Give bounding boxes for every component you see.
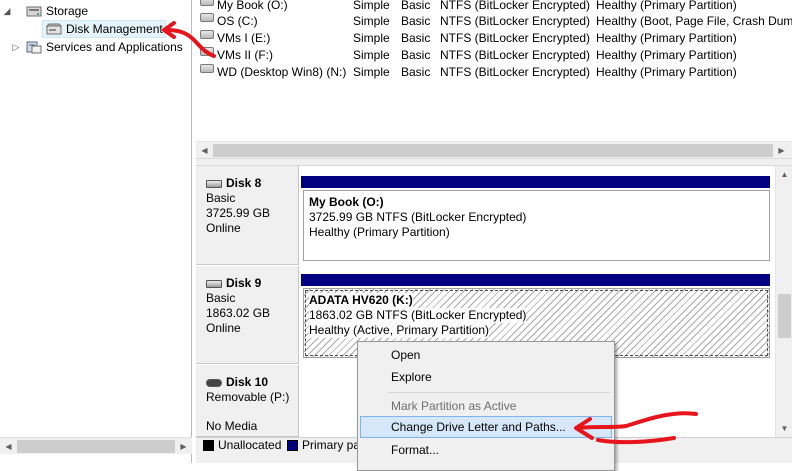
scroll-right-icon[interactable]: ▶	[175, 438, 192, 455]
partition-name: My Book (O:)	[309, 195, 384, 209]
volume-layout: Simple	[353, 48, 390, 62]
volume-row[interactable]: OS (C:) Simple Basic NTFS (BitLocker Enc…	[196, 13, 792, 30]
partition-status: Healthy (Primary Partition)	[309, 225, 450, 239]
partition-detail: 3725.99 GB NTFS (BitLocker Encrypted)	[309, 210, 527, 224]
menu-item-open[interactable]: Open	[360, 344, 612, 366]
scroll-down-icon[interactable]: ▼	[776, 420, 792, 437]
disk-size: 1863.02 GB	[206, 306, 271, 320]
volume-name: OS (C:)	[217, 14, 258, 28]
volume-status: Healthy (Primary Partition)	[596, 0, 737, 12]
partition-name: ADATA HV620 (K:)	[309, 293, 413, 308]
services-icon	[26, 40, 42, 54]
tree-item-disk-management[interactable]: Disk Management	[0, 20, 190, 38]
volume-status: Healthy (Primary Partition)	[596, 65, 737, 79]
volume-list-horizontal-scrollbar[interactable]: ◀ ▶	[196, 141, 792, 158]
drive-icon	[200, 47, 214, 56]
disk-8-info[interactable]: Disk 8 Basic 3725.99 GB Online	[196, 166, 299, 265]
disk-type: Removable (P:)	[206, 390, 290, 404]
drive-icon	[200, 13, 214, 22]
volume-name: My Book (O:)	[217, 0, 288, 12]
menu-item-mark-active: Mark Partition as Active	[391, 399, 517, 413]
disk-title: Disk 10	[206, 375, 298, 390]
scroll-left-icon[interactable]: ◀	[196, 142, 213, 159]
volume-layout: Simple	[353, 0, 390, 12]
disk-10-info[interactable]: Disk 10 Removable (P:) No Media	[196, 365, 299, 437]
disk-view-vertical-scrollbar[interactable]: ▲ ▼	[775, 166, 792, 437]
expand-arrow-icon[interactable]: ◢	[2, 2, 12, 20]
disk-state: Online	[206, 321, 241, 335]
menu-item-change-drive-letter[interactable]: Change Drive Letter and Paths...	[360, 416, 612, 438]
tree-item-services[interactable]: ▷ Services and Applications	[0, 38, 190, 56]
drive-icon	[200, 0, 214, 6]
storage-icon	[26, 4, 42, 18]
hard-disk-icon	[206, 180, 222, 188]
disk-state: No Media	[206, 419, 258, 433]
tree-horizontal-scrollbar[interactable]: ◀ ▶	[0, 437, 192, 454]
volume-row[interactable]: WD (Desktop Win8) (N:) Simple Basic NTFS…	[196, 64, 792, 81]
disk-management-icon	[45, 22, 63, 36]
disk-8-partitions: My Book (O:) 3725.99 GB NTFS (BitLocker …	[301, 166, 771, 265]
partition-bar	[301, 176, 770, 188]
scrollbar-thumb[interactable]	[778, 294, 791, 338]
volume-row[interactable]: VMs I (E:) Simple Basic NTFS (BitLocker …	[196, 30, 792, 47]
context-menu: Open Explore Mark Partition as Active Ch…	[357, 341, 615, 471]
partition-my-book[interactable]: My Book (O:) 3725.99 GB NTFS (BitLocker …	[303, 190, 770, 261]
volume-type: Basic	[401, 48, 431, 62]
scrollbar-thumb[interactable]	[17, 440, 175, 453]
hard-disk-icon	[206, 280, 222, 288]
legend-unallocated: Unallocated	[218, 438, 282, 452]
disk-type: Basic	[206, 191, 236, 205]
scrollbar-thumb[interactable]	[213, 144, 773, 157]
disk-title: Disk 8	[206, 176, 298, 191]
partition-status: Healthy (Active, Primary Partition)	[309, 323, 490, 338]
console-tree: ◢ Storage Disk Management ▷ Services and…	[0, 0, 192, 463]
disk-title: Disk 9	[206, 276, 298, 291]
tree-item-label: Storage	[46, 4, 89, 18]
volume-layout: Simple	[353, 14, 390, 28]
drive-icon	[200, 64, 214, 73]
disk-9-info[interactable]: Disk 9 Basic 1863.02 GB Online	[196, 266, 299, 364]
volume-list: My Book (O:) Simple Basic NTFS (BitLocke…	[196, 0, 792, 160]
legend-primary: Primary pa	[302, 438, 361, 452]
volume-type: Basic	[401, 65, 431, 79]
volume-status: Healthy (Boot, Page File, Crash Dump	[596, 14, 792, 28]
volume-filesystem: NTFS (BitLocker Encrypted)	[440, 0, 591, 12]
volume-filesystem: NTFS (BitLocker Encrypted)	[440, 14, 591, 28]
scroll-right-icon[interactable]: ▶	[773, 142, 790, 159]
removable-disk-icon	[206, 379, 222, 387]
tree-item-label: Disk Management	[66, 22, 163, 36]
scroll-left-icon[interactable]: ◀	[0, 438, 17, 455]
volume-type: Basic	[401, 14, 431, 28]
volume-name: VMs II (F:)	[217, 48, 273, 62]
volume-filesystem: NTFS (BitLocker Encrypted)	[440, 48, 591, 62]
menu-item-explore[interactable]: Explore	[360, 366, 612, 388]
drive-icon	[200, 30, 214, 39]
volume-type: Basic	[401, 0, 431, 12]
volume-status: Healthy (Primary Partition)	[596, 48, 737, 62]
volume-type: Basic	[401, 31, 431, 45]
partition-detail: 1863.02 GB NTFS (BitLocker Encrypted)	[309, 308, 527, 323]
pane-splitter[interactable]	[196, 158, 792, 166]
partition-bar	[301, 274, 770, 286]
volume-layout: Simple	[353, 65, 390, 79]
expand-arrow-icon[interactable]: ▷	[11, 38, 21, 56]
tree-item-storage[interactable]: ◢ Storage	[0, 2, 190, 20]
volume-name: WD (Desktop Win8) (N:)	[217, 65, 347, 79]
disk-type: Basic	[206, 291, 236, 305]
volume-filesystem: NTFS (BitLocker Encrypted)	[440, 65, 591, 79]
volume-layout: Simple	[353, 31, 390, 45]
unallocated-swatch	[203, 440, 214, 451]
disk-state: Online	[206, 221, 241, 235]
volume-row[interactable]: VMs II (F:) Simple Basic NTFS (BitLocker…	[196, 47, 792, 64]
volume-row[interactable]: My Book (O:) Simple Basic NTFS (BitLocke…	[196, 0, 792, 14]
scroll-up-icon[interactable]: ▲	[776, 166, 792, 183]
volume-status: Healthy (Primary Partition)	[596, 31, 737, 45]
tree-item-label: Services and Applications	[46, 40, 183, 54]
volume-name: VMs I (E:)	[217, 31, 271, 45]
menu-separator	[388, 392, 610, 393]
primary-partition-swatch	[287, 440, 298, 451]
disk-size: 3725.99 GB	[206, 206, 271, 220]
volume-filesystem: NTFS (BitLocker Encrypted)	[440, 31, 591, 45]
menu-item-format[interactable]: Format...	[360, 439, 612, 461]
